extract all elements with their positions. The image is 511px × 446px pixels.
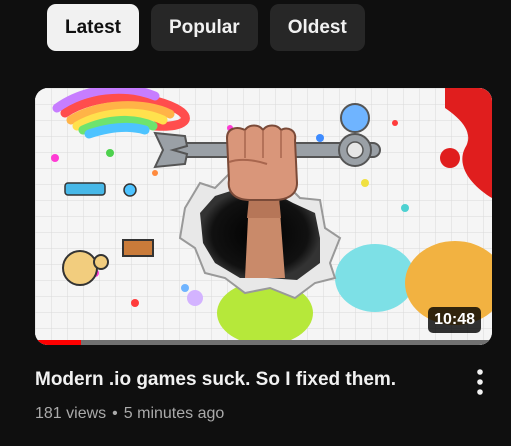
filter-chip-bar: Latest Popular Oldest bbox=[47, 4, 365, 51]
video-title[interactable]: Modern .io games suck. So I fixed them. bbox=[35, 366, 455, 394]
view-count: 181 views bbox=[35, 405, 107, 422]
thumbnail-image bbox=[35, 88, 492, 345]
duration-badge: 10:48 bbox=[428, 307, 481, 333]
watch-progress-track bbox=[35, 340, 492, 345]
upload-age: 5 minutes ago bbox=[123, 405, 225, 422]
chip-latest[interactable]: Latest bbox=[47, 4, 139, 51]
chip-oldest[interactable]: Oldest bbox=[269, 4, 365, 51]
watch-progress-fill bbox=[35, 340, 81, 345]
meta-separator: • bbox=[112, 405, 118, 422]
vertical-ellipsis-icon bbox=[477, 369, 483, 395]
video-metadata: 181 views • 5 minutes ago bbox=[35, 403, 224, 425]
more-actions-button[interactable] bbox=[466, 366, 494, 398]
chip-popular[interactable]: Popular bbox=[150, 4, 258, 51]
video-thumbnail[interactable]: 10:48 bbox=[35, 88, 492, 345]
